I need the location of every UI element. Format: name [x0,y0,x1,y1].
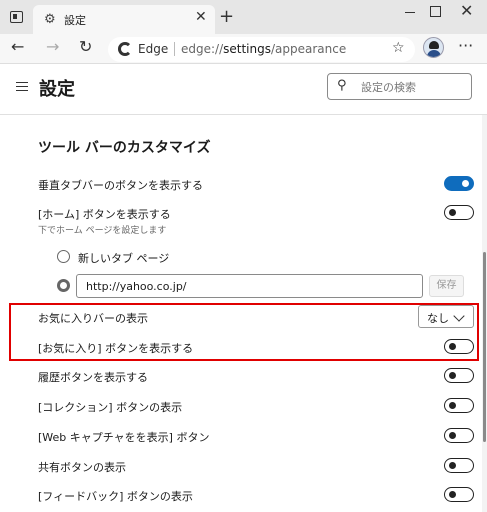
settings-search-input[interactable]: ⚲ 設定の検索 [327,73,472,100]
add-favorite-icon[interactable]: ☆ [392,40,405,56]
favorites-button-toggle[interactable] [444,339,474,354]
share-button-toggle[interactable] [444,458,474,473]
vertical-tabs-label: 垂直タブバーのボタンを表示する [38,179,203,192]
back-arrow-icon[interactable]: ← [11,37,24,56]
chevron-down-icon [453,310,465,322]
history-button-label: 履歴ボタンを表示する [38,371,148,384]
feedback-button-toggle[interactable] [444,487,474,502]
web-capture-button-label: [Web キャプチャをを表示] ボタン [38,431,210,444]
web-capture-button-toggle[interactable] [444,428,474,443]
window-close-icon[interactable]: ✕ [460,1,473,20]
feedback-button-label: [フィードバック] ボタンの表示 [38,490,193,503]
home-button-toggle[interactable] [444,205,474,220]
tab-settings[interactable]: ⚙ 設定 ✕ [33,5,215,34]
favorites-bar-value: なし [427,312,449,325]
address-url[interactable]: edge://settings/appearance [181,42,346,56]
new-tab-icon[interactable]: + [219,6,234,27]
menu-icon[interactable] [16,82,28,91]
tab-title: 設定 [64,14,86,27]
collections-button-toggle[interactable] [444,398,474,413]
navigation-bar: ← → ↻ Edge edge://settings/appearance ☆ [0,34,487,64]
scrollbar-thumb[interactable] [483,252,486,442]
title-bar: ⚙ 設定 ✕ + ✕ [0,0,487,34]
more-options-icon[interactable]: ··· [458,36,473,55]
section-title: ツール バーのカスタマイズ [38,140,211,156]
url-radio[interactable] [57,279,70,292]
profile-avatar[interactable] [423,37,444,58]
home-url-input[interactable]: http://yahoo.co.jp/ [76,274,423,298]
favorites-button-label: [お気に入り] ボタンを表示する [38,342,194,355]
save-button[interactable]: 保存 [429,275,464,297]
refresh-icon[interactable]: ↻ [79,37,92,56]
vertical-tabs-toggle[interactable] [444,176,474,191]
address-divider [174,42,175,56]
home-button-label: [ホーム] ボタンを表示する [38,208,171,221]
favorites-bar-label: お気に入りバーの表示 [38,312,148,325]
home-button-sublabel: 下でホーム ページを設定します [38,226,167,236]
tab-actions-icon[interactable] [10,11,23,23]
page-title: 設定 [39,79,75,100]
forward-arrow-icon[interactable]: → [46,37,59,56]
search-placeholder: 設定の検索 [361,81,416,94]
favorites-bar-select[interactable]: なし [418,305,474,328]
maximize-icon[interactable] [428,4,442,18]
address-label: Edge [138,42,169,56]
minimize-icon[interactable] [401,2,419,22]
collections-button-label: [コレクション] ボタンの表示 [38,401,183,414]
header-divider [0,114,487,115]
close-tab-icon[interactable]: ✕ [195,9,207,25]
new-tab-radio-label: 新しいタブ ページ [78,252,170,265]
address-bar[interactable]: Edge edge://settings/appearance ☆ [108,37,415,62]
gear-icon: ⚙ [44,12,56,27]
search-icon: ⚲ [337,78,347,93]
edge-logo-icon [118,42,132,56]
share-button-label: 共有ボタンの表示 [38,461,126,474]
history-button-toggle[interactable] [444,368,474,383]
new-tab-radio[interactable] [57,250,70,263]
